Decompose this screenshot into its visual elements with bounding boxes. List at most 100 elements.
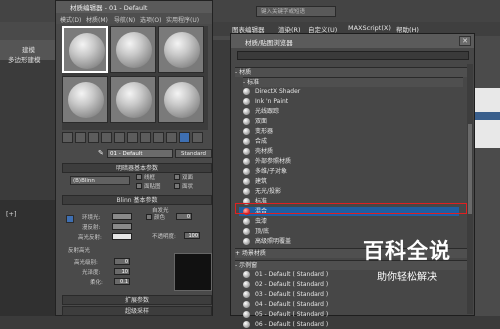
sample-slot-3[interactable] — [158, 26, 204, 73]
material-editor-title: 材质编辑器 - 01 - Default — [70, 4, 148, 12]
self-illum-color-checkbox[interactable] — [146, 214, 152, 220]
list-item[interactable]: 06 - Default ( Standard ) — [239, 320, 459, 329]
material-sphere-icon — [243, 128, 250, 135]
sample-slot-5[interactable] — [110, 76, 156, 123]
lock-icon[interactable] — [66, 215, 74, 223]
material-sphere-icon — [243, 301, 250, 308]
self-illum-value[interactable]: 0 — [176, 213, 192, 220]
list-item[interactable]: DirectX Shader — [239, 87, 459, 96]
scrollbar-thumb[interactable] — [468, 124, 472, 214]
close-icon[interactable]: ✕ — [459, 36, 471, 46]
material-name-field[interactable]: 01 - Default — [107, 149, 173, 158]
diffuse-label: 漫反射: — [82, 225, 101, 231]
face-map-label: 面贴图 — [144, 184, 161, 190]
material-sphere-icon — [243, 281, 250, 288]
ribbon-tab-poly-modeling[interactable]: 多边形建模 — [8, 54, 41, 64]
sample-slots — [62, 26, 208, 130]
list-item[interactable]: Ink 'n Paint — [239, 97, 459, 106]
list-item[interactable]: 变形器 — [239, 127, 459, 136]
browser-title: 材质/贴图浏览器 — [245, 39, 293, 47]
opacity-value[interactable]: 100 — [184, 232, 200, 239]
sphere-preview-icon — [164, 32, 200, 68]
list-item[interactable]: 04 - Default ( Standard ) — [239, 300, 459, 309]
viewport-label[interactable]: [+] — [6, 210, 17, 218]
shader-dropdown[interactable]: (B)Blinn — [70, 176, 130, 185]
put-to-scene-icon[interactable] — [75, 132, 86, 143]
list-item[interactable]: 壳材质 — [239, 147, 459, 156]
me-menu-utilities[interactable]: 实用程序(U) — [166, 15, 199, 24]
material-sphere-icon — [243, 88, 250, 95]
sample-slot-4[interactable] — [62, 76, 108, 123]
specular-level-value[interactable]: 0 — [114, 258, 130, 265]
watermark: 百科全说 助你轻松解决 — [353, 233, 461, 291]
sample-slot-6[interactable] — [158, 76, 204, 123]
list-item[interactable]: 双面 — [239, 117, 459, 126]
me-menu-options[interactable]: 选项(O) — [140, 15, 161, 24]
list-item[interactable]: 虫漆 — [239, 217, 459, 226]
material-sphere-icon — [243, 238, 250, 245]
me-menu-navigation[interactable]: 导航(N) — [114, 15, 135, 24]
faceted-checkbox[interactable] — [174, 183, 180, 189]
soften-label: 柔化: — [90, 280, 103, 286]
specular-swatch[interactable] — [112, 233, 132, 240]
ambient-swatch[interactable] — [112, 213, 132, 220]
list-item[interactable]: 多维/子对象 — [239, 167, 459, 176]
list-item[interactable]: 03 - Default ( Standard ) — [239, 290, 459, 299]
section-standard[interactable]: - 标准 — [243, 77, 463, 87]
list-item[interactable]: 05 - Default ( Standard ) — [239, 310, 459, 319]
assign-material-icon[interactable] — [88, 132, 99, 143]
list-item[interactable]: 光线跟踪 — [239, 107, 459, 116]
material-sphere-icon — [243, 218, 250, 225]
menu-maxscript[interactable]: MAXScript(X) — [348, 24, 391, 32]
material-sphere-icon — [243, 148, 250, 155]
ribbon-tab-modeling[interactable]: 建模 — [22, 44, 35, 54]
browser-scrollbar[interactable] — [467, 64, 473, 314]
glossiness-value[interactable]: 10 — [114, 268, 130, 275]
main-search-input[interactable]: 键入关键字或短语 — [256, 6, 336, 17]
two-sided-checkbox[interactable] — [174, 174, 180, 180]
viewport[interactable]: [+] — [0, 200, 60, 316]
material-sphere-icon — [243, 158, 250, 165]
faceted-label: 面状 — [182, 184, 194, 190]
make-unique-icon[interactable] — [114, 132, 125, 143]
extended-params-rollout[interactable]: 扩展参数 — [62, 295, 212, 305]
material-sphere-icon — [243, 271, 250, 278]
material-sphere-icon — [243, 188, 250, 195]
show-end-result-icon[interactable] — [166, 132, 177, 143]
go-forward-icon[interactable] — [192, 132, 203, 143]
list-item[interactable]: 建筑 — [239, 177, 459, 186]
get-material-icon[interactable] — [62, 132, 73, 143]
sphere-preview-icon — [164, 82, 200, 118]
blinn-basic-rollout[interactable]: Blinn 基本参数 — [62, 195, 212, 205]
browser-search-input[interactable] — [237, 51, 469, 60]
me-menu-material[interactable]: 材质(M) — [86, 15, 108, 24]
specular-highlights-label: 反射高光 — [68, 248, 91, 254]
material-type-button[interactable]: Standard — [175, 149, 212, 158]
reset-map-icon[interactable] — [101, 132, 112, 143]
go-to-parent-icon[interactable] — [179, 132, 190, 143]
face-map-checkbox[interactable] — [136, 183, 142, 189]
supersampling-rollout[interactable]: 超级采样 — [62, 306, 212, 316]
material-id-icon[interactable] — [140, 132, 151, 143]
sphere-preview-icon — [116, 82, 152, 118]
diffuse-swatch[interactable] — [112, 223, 132, 230]
sphere-preview-icon — [68, 82, 104, 118]
put-to-library-icon[interactable] — [127, 132, 138, 143]
shader-basic-rollout[interactable]: 明暗器基本参数 — [62, 163, 212, 173]
list-item[interactable]: 无光/投影 — [239, 187, 459, 196]
soften-value[interactable]: 0.1 — [114, 278, 130, 285]
list-item[interactable]: 合成 — [239, 137, 459, 146]
material-sphere-icon — [243, 168, 250, 175]
eyedropper-icon[interactable]: ✎ — [98, 149, 104, 157]
show-map-icon[interactable] — [153, 132, 164, 143]
list-item[interactable]: 外部参照材质 — [239, 157, 459, 166]
ambient-label: 环境光: — [82, 215, 101, 221]
wire-checkbox[interactable] — [136, 174, 142, 180]
material-sphere-icon — [243, 118, 250, 125]
sample-slot-1[interactable] — [62, 26, 108, 73]
two-sided-label: 双面 — [182, 175, 194, 181]
sample-slot-2[interactable] — [110, 26, 156, 73]
me-menu-modes[interactable]: 模式(D) — [60, 15, 81, 24]
wire-label: 线框 — [144, 175, 156, 181]
section-materials[interactable]: - 材质 — [235, 67, 471, 77]
